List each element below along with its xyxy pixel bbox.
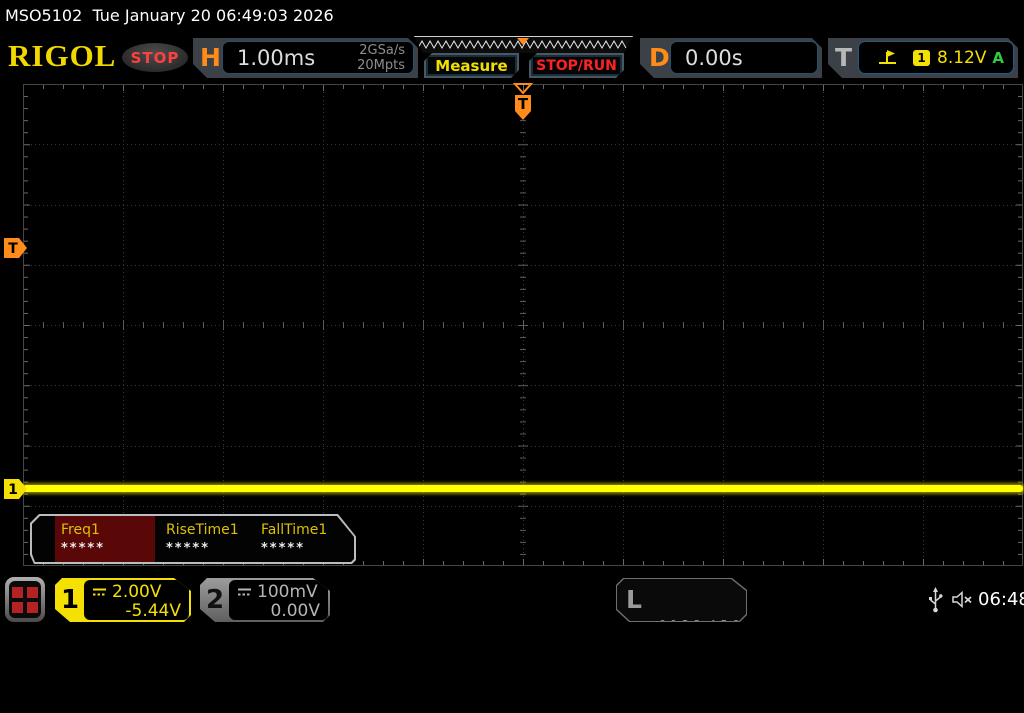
delay-label: D	[649, 43, 670, 72]
measurement-value: *****	[61, 541, 105, 556]
acquisition-state-label: STOP	[130, 48, 180, 67]
logic-row-0-7: 0 1 2 3 4 5 6 7	[659, 618, 751, 631]
measurement-label: Freq1	[61, 522, 100, 538]
clock: 06:48	[978, 589, 1024, 610]
channel2-panel: 100mV 0.00V	[229, 580, 328, 620]
channel1-badge: 1	[60, 585, 80, 615]
acquisition-state-indicator: STOP	[122, 43, 188, 72]
menu-grid-button[interactable]	[5, 577, 45, 622]
instrument-title: MSO5102 Tue January 20 06:49:03 2026	[5, 6, 334, 25]
trigger-position-marker-letter: T	[518, 95, 529, 113]
trigger-level-marker[interactable]: T	[4, 237, 28, 259]
channel1-trace	[23, 485, 1023, 492]
delay-settings-box[interactable]: D 0.00s	[640, 38, 822, 78]
measurement-results-box: Freq1 ***** RiseTime1 ***** FallTime1 **…	[30, 514, 356, 564]
channel1-status-box[interactable]: 1 2.00V -5.44V	[55, 578, 191, 622]
channel1-panel: 2.00V -5.44V	[84, 580, 189, 620]
trigger-slope-rising-icon	[877, 49, 899, 66]
measurement-label: RiseTime1	[166, 522, 239, 538]
channel2-offset: 0.00V	[270, 601, 320, 621]
trigger-position-marker[interactable]: T	[512, 83, 534, 121]
measurement-value: *****	[261, 541, 305, 556]
memory-depth: 20Mpts	[357, 57, 405, 73]
channel2-scale: 100mV	[257, 582, 318, 602]
logic-row-8-15: 8 9 10 11 12 13 14 15	[659, 666, 771, 679]
trigger-level-marker-letter: T	[8, 241, 18, 257]
waveform-overview-strip[interactable]	[414, 36, 633, 53]
measurement-item-risetime1[interactable]: RiseTime1 *****	[160, 516, 260, 562]
timebase-value: 1.00ms	[237, 45, 316, 70]
trigger-inner-box: 1 8.12V A	[858, 41, 1014, 74]
measurement-label: FallTime1	[261, 522, 328, 538]
trigger-settings-box[interactable]: T 1 8.12V A	[828, 38, 1018, 78]
speaker-muted-icon[interactable]	[950, 589, 974, 610]
preview-waveform-svg	[417, 38, 627, 50]
dc-coupling-icon	[92, 587, 107, 597]
measurement-item-freq1[interactable]: Freq1 *****	[55, 516, 155, 562]
channel2-status-box[interactable]: 2 100mV 0.00V	[200, 578, 330, 622]
channel1-scale: 2.00V	[112, 582, 162, 602]
graticule: T	[23, 83, 1023, 566]
delay-inner-box: 0.00s	[670, 41, 818, 74]
menu-grid-icon	[9, 581, 41, 618]
channel2-badge: 2	[205, 585, 225, 615]
trigger-label: T	[835, 43, 853, 72]
horizontal-label: H	[200, 43, 221, 72]
channel1-position-marker-number: 1	[8, 482, 18, 498]
stop-run-button-label: STOP/RUN	[536, 57, 617, 74]
trigger-sweep-mode: A	[992, 48, 1004, 67]
horizontal-settings-box[interactable]: H 1.00ms 2GSa/s 20Mpts	[193, 38, 418, 78]
measure-button[interactable]: Measure	[424, 53, 519, 78]
measurement-value: *****	[166, 541, 210, 556]
logic-channels-box[interactable]: L 0 1 2 3 4 5 6 7 8 9 10 11 12 13 14 15	[616, 578, 747, 622]
dc-coupling-icon	[237, 587, 252, 597]
usb-icon	[929, 587, 943, 613]
measurement-item-falltime1[interactable]: FallTime1 *****	[255, 516, 355, 562]
stop-run-button[interactable]: STOP/RUN	[529, 53, 624, 78]
delay-value: 0.00s	[685, 45, 743, 70]
rigol-logo: RIGOL	[8, 38, 117, 73]
channel1-position-marker[interactable]: 1	[4, 478, 28, 500]
measure-button-label: Measure	[435, 56, 508, 75]
sample-rate: 2GSa/s	[359, 42, 405, 58]
measurement-results-inner: Freq1 ***** RiseTime1 ***** FallTime1 **…	[32, 516, 354, 562]
logic-label: L	[626, 585, 642, 614]
graticule-grid	[23, 84, 1023, 566]
logic-channels-inner: L 0 1 2 3 4 5 6 7 8 9 10 11 12 13 14 15	[617, 579, 746, 621]
logic-channel-numbers: 0 1 2 3 4 5 6 7 8 9 10 11 12 13 14 15	[659, 585, 771, 713]
trigger-level-value: 8.12V	[937, 47, 987, 68]
channel1-offset: -5.44V	[125, 601, 181, 621]
trigger-source-badge: 1	[913, 50, 930, 66]
acquisition-rates: 2GSa/s 20Mpts	[357, 43, 405, 73]
timebase-inner-box: 1.00ms 2GSa/s 20Mpts	[222, 41, 414, 74]
